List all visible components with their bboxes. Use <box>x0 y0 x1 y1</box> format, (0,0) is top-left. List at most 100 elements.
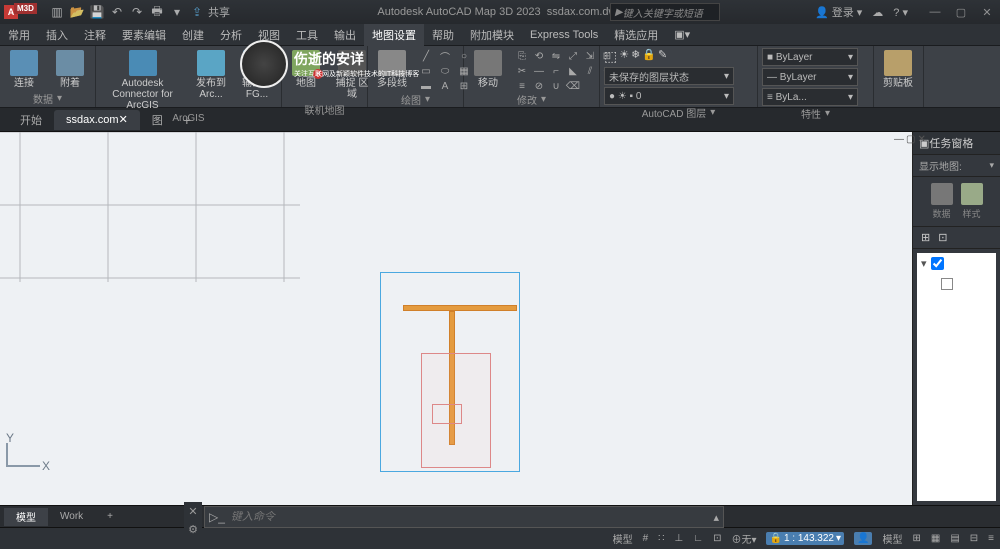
qat-save-icon[interactable]: 💾 <box>88 3 106 21</box>
status-vis2-icon[interactable]: ▦ <box>931 533 940 544</box>
task-tab2-icon[interactable]: ⊡ <box>938 231 947 244</box>
tab-analyze[interactable]: 分析 <box>212 24 250 46</box>
task-data-button[interactable]: 数据 <box>931 183 953 220</box>
tab-annotate[interactable]: 注释 <box>76 24 114 46</box>
viewport-close-icon[interactable]: ✕ <box>917 134 925 146</box>
tab-express[interactable]: Express Tools <box>522 24 606 46</box>
align-icon[interactable]: ≡ <box>514 80 530 92</box>
layer-iso-icon[interactable]: ☀ <box>619 48 629 65</box>
status-grid-icon[interactable]: # <box>643 533 649 544</box>
panel-data-label[interactable]: 数据 ▾ <box>4 91 91 105</box>
tab-featured[interactable]: 精选应用 <box>606 24 666 46</box>
cmd-close-icon[interactable]: ✕ <box>184 502 202 520</box>
qat-redo-icon[interactable]: ↷ <box>128 3 146 21</box>
status-menu-icon[interactable]: ≡ <box>988 533 994 544</box>
task-style-button[interactable]: 样式 <box>961 183 983 220</box>
status-osnap-icon[interactable]: ⊡ <box>713 533 721 544</box>
tab-insert[interactable]: 插入 <box>38 24 76 46</box>
arcgis-connector-button[interactable]: Autodesk Connector for ArcGIS <box>100 48 185 113</box>
layer-lock-icon[interactable]: 🔒 <box>642 48 656 65</box>
drawing-canvas[interactable]: Y X —▢✕ ✕ ⚙ ▷_ ▴ <box>0 132 912 505</box>
tab-view[interactable]: 视图 <box>250 24 288 46</box>
tab-create[interactable]: 创建 <box>174 24 212 46</box>
webapp-icon[interactable]: ☁ <box>872 6 883 19</box>
model-tab[interactable]: 模型 <box>4 508 48 526</box>
qat-new-icon[interactable]: ▥ <box>48 3 66 21</box>
task-pane-mapselect[interactable]: 显示地图:▾ <box>913 155 1000 177</box>
minimize-button[interactable]: — <box>926 4 944 20</box>
tree-layer-swatch[interactable] <box>941 278 953 290</box>
tree-check[interactable] <box>931 257 944 270</box>
layer-state-combo[interactable]: 未保存的图层状态▾ <box>604 67 734 85</box>
fillet-icon[interactable]: ⌐ <box>548 65 564 77</box>
status-globe-icon[interactable]: ⊕无▾ <box>731 531 756 546</box>
layer-freeze-icon[interactable]: ❄ <box>631 48 640 65</box>
viewport-max-icon[interactable]: ▢ <box>906 134 915 146</box>
status-polar-icon[interactable]: ∟ <box>693 533 703 544</box>
qat-share-icon[interactable]: ⇪ <box>188 3 206 21</box>
erase-icon[interactable]: ⌫ <box>565 80 581 92</box>
tab-map-setup[interactable]: 地图设置 <box>364 24 424 46</box>
tab-feature-edit[interactable]: 要素编辑 <box>114 24 174 46</box>
status-model[interactable]: 模型 <box>613 531 633 546</box>
status-scale[interactable]: 🔒 1 : 143.322▾ <box>766 532 844 545</box>
copy-icon[interactable]: ⎘ <box>514 50 530 62</box>
line-icon[interactable]: ╱ <box>418 50 434 62</box>
publish-arcgis-button[interactable]: 发布到 Arc... <box>191 48 231 102</box>
capture-area-button[interactable]: 捕捉 区域 <box>332 48 372 102</box>
panel-layer-label[interactable]: AutoCAD 图层 ▾ <box>604 105 753 119</box>
status-vis3-icon[interactable]: ▤ <box>950 533 959 544</box>
qat-share-label[interactable]: 共享 <box>208 3 230 21</box>
join-icon[interactable]: ∪ <box>548 80 564 92</box>
tab-addons[interactable]: 附加模块 <box>462 24 522 46</box>
status-space[interactable]: 模型 <box>882 531 902 546</box>
panel-modify-label[interactable]: 修改 ▾ <box>468 92 595 106</box>
task-tab1-icon[interactable]: ⊞ <box>921 231 930 244</box>
cmd-wrench-icon[interactable]: ⚙ <box>184 520 202 538</box>
qat-plot-icon[interactable]: 🖶 <box>148 3 166 21</box>
qat-open-icon[interactable]: 📂 <box>68 3 86 21</box>
tab-help[interactable]: 帮助 <box>424 24 462 46</box>
chamfer-icon[interactable]: ◣ <box>565 65 581 77</box>
drawing-selection[interactable] <box>380 272 520 472</box>
stretch-icon[interactable]: ⇲ <box>582 50 598 62</box>
tab-output[interactable]: 输出 <box>326 24 364 46</box>
tab-home[interactable]: 常用 <box>0 24 38 46</box>
attach-button[interactable]: 附着 <box>50 48 90 91</box>
panel-draw-label[interactable]: 绘图 ▾ <box>372 92 459 106</box>
rect-icon[interactable]: ▭ <box>418 65 434 77</box>
qat-dropdown-icon[interactable]: ▾ <box>168 3 186 21</box>
region-icon[interactable]: ▬ <box>418 80 434 92</box>
filetab-start[interactable]: 开始 <box>8 110 54 130</box>
text-icon[interactable]: A <box>437 80 453 92</box>
connect-button[interactable]: 连接 <box>4 48 44 91</box>
search-input[interactable]: ▶ 键入关键字或短语 <box>610 3 720 21</box>
color-combo[interactable]: ■ ByLayer▾ <box>762 48 858 66</box>
layer-props-icon[interactable]: ⬚ <box>604 48 617 65</box>
task-tree[interactable]: ▾ <box>917 253 996 501</box>
tree-expand-icon[interactable]: ▾ <box>921 257 927 270</box>
offset-icon[interactable]: ⫽ <box>582 65 598 77</box>
rotate-icon[interactable]: ⟲ <box>531 50 547 62</box>
extend-icon[interactable]: — <box>531 65 547 77</box>
arc-icon[interactable]: ⌒ <box>437 50 453 62</box>
status-ortho-icon[interactable]: ⊥ <box>675 533 684 544</box>
command-input[interactable] <box>231 511 708 523</box>
mirror-icon[interactable]: ⇋ <box>548 50 564 62</box>
login-button[interactable]: 👤 登录 ▾ <box>815 4 862 20</box>
command-line[interactable]: ▷_ ▴ <box>204 506 724 528</box>
linetype-combo[interactable]: — ByLayer▾ <box>762 68 858 86</box>
basemap-button[interactable]: ✕地图 <box>286 48 326 91</box>
layout-add-button[interactable]: + <box>95 508 125 526</box>
status-snap-icon[interactable]: ∷ <box>658 533 664 544</box>
status-vis4-icon[interactable]: ⊟ <box>970 533 978 544</box>
task-pane-title[interactable]: ▣ 任务窗格 <box>913 132 1000 155</box>
trim-icon[interactable]: ✂ <box>514 65 530 77</box>
layer-match-icon[interactable]: ✎ <box>658 48 667 65</box>
ellipse-icon[interactable]: ⬭ <box>437 65 453 77</box>
maximize-button[interactable]: ▢ <box>952 4 970 20</box>
close-button[interactable]: ✕ <box>978 4 996 20</box>
polyline-button[interactable]: 多段线 <box>372 48 412 91</box>
clipboard-button[interactable]: 剪贴板 <box>878 48 918 91</box>
lineweight-combo[interactable]: ≡ ByLa...▾ <box>762 88 858 106</box>
